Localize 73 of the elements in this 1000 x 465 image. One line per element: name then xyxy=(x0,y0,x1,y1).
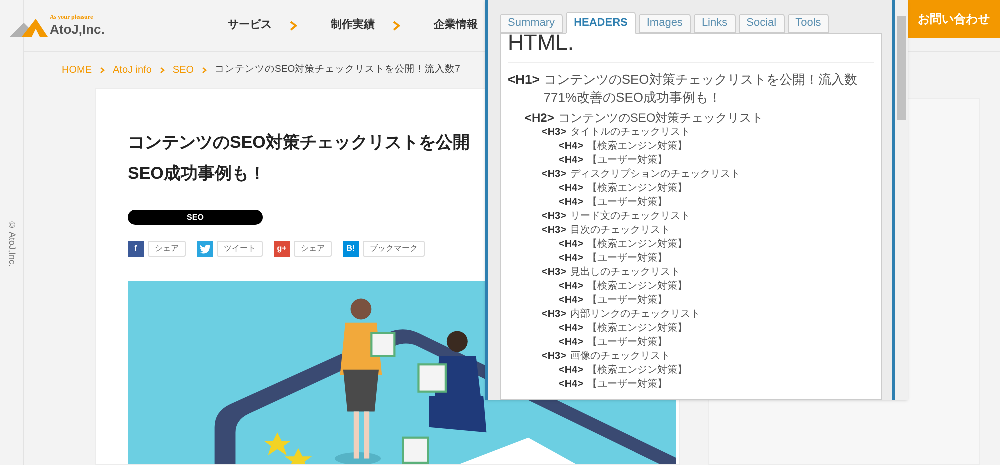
heading-text: 【検索エンジン対策】 xyxy=(587,364,688,378)
category-tag[interactable]: SEO xyxy=(128,210,263,225)
heading-text: 【検索エンジン対策】 xyxy=(587,140,688,154)
tab[interactable]: Links xyxy=(694,14,736,33)
heading-text: 【ユーザー対策】 xyxy=(587,154,668,168)
heading-text: 【ユーザー対策】 xyxy=(587,196,668,210)
heading-tag: <H1> xyxy=(508,71,540,89)
heading-tag: <H2> xyxy=(525,110,554,126)
heading-text: 【検索エンジン対策】 xyxy=(587,238,688,252)
share-button[interactable]: シェア xyxy=(148,241,186,257)
chevron-icon xyxy=(160,66,165,74)
heading-text: 目次のチェックリスト xyxy=(570,224,670,238)
breadcrumb-current: コンテンツのSEO対策チェックリストを公開！流入数7 xyxy=(215,62,460,77)
heading-text: 見出しのチェックリスト xyxy=(570,266,680,280)
scrollbar[interactable] xyxy=(895,0,908,400)
chevron-icon xyxy=(202,66,208,74)
heading-text: 画像のチェックリスト xyxy=(570,350,670,364)
heading-text: 【ユーザー対策】 xyxy=(587,378,668,392)
tab[interactable]: Tools xyxy=(788,14,830,33)
heading-tag: <H3> xyxy=(542,350,566,364)
share-button[interactable]: シェア xyxy=(294,241,332,257)
heading-tag: <H4> xyxy=(559,294,584,308)
nav-link[interactable]: 制作実績 xyxy=(331,17,375,34)
nav-link[interactable]: 企業情報 xyxy=(434,17,478,34)
heading-tag: <H4> xyxy=(559,280,584,294)
heading-tag: <H4> xyxy=(559,252,584,266)
heading-tag: <H4> xyxy=(559,182,584,196)
copyright-text: © AtoJ,Inc. xyxy=(6,220,18,268)
article-title: SEO成功事例も！ xyxy=(128,163,266,185)
heading-tag: <H4> xyxy=(559,154,584,168)
heading-text: コンテンツのSEO対策チェックリスト xyxy=(558,110,764,126)
tab[interactable]: Social xyxy=(738,14,785,33)
chevron-icon xyxy=(100,66,105,74)
heading-text: 【検索エンジン対策】 xyxy=(587,182,688,196)
article-title: コンテンツのSEO対策チェックリストを公開 xyxy=(128,132,470,154)
heading-text: リード文のチェックリスト xyxy=(570,210,690,224)
heading-text: 【検索エンジン対策】 xyxy=(587,280,688,294)
heading-text: コンテンツのSEO対策チェックリストを公開！流入数771%改善のSEO成功事例も！ xyxy=(544,71,858,107)
logo-name: AtoJ,Inc. xyxy=(50,22,105,36)
heading-tag: <H3> xyxy=(542,210,566,224)
tab[interactable]: Images xyxy=(638,14,691,33)
chevron-icon xyxy=(290,20,297,30)
heading-text: タイトルのチェックリスト xyxy=(570,126,690,140)
heading-tag: <H4> xyxy=(559,336,584,350)
panel-heading: HTML. xyxy=(508,34,874,63)
facebook-icon: f xyxy=(128,241,144,257)
share-button[interactable]: ツイート xyxy=(217,241,263,257)
contact-button[interactable]: お問い合わせ xyxy=(908,0,1000,38)
heading-tag: <H4> xyxy=(559,196,584,210)
google-plus-icon: g+ xyxy=(274,241,290,257)
hatena-icon: B! xyxy=(343,241,359,257)
heading-text: 【ユーザー対策】 xyxy=(587,252,668,266)
heading-tag: <H4> xyxy=(559,364,584,378)
heading-text: 【ユーザー対策】 xyxy=(587,336,668,350)
share-button[interactable]: ブックマーク xyxy=(363,241,425,257)
heading-text: 【検索エンジン対策】 xyxy=(587,322,688,336)
heading-text: 【ユーザー対策】 xyxy=(587,294,668,308)
tab[interactable]: Summary xyxy=(500,14,564,33)
heading-tag: <H4> xyxy=(559,140,584,154)
bird-icon xyxy=(197,241,213,257)
heading-tag: <H4> xyxy=(559,238,584,252)
tab[interactable]: HEADERS xyxy=(566,12,636,34)
heading-tag: <H3> xyxy=(542,126,566,140)
heading-tag: <H4> xyxy=(559,322,584,336)
heading-tag: <H3> xyxy=(542,266,566,280)
nav-link[interactable]: サービス xyxy=(228,17,272,34)
heading-tag: <H3> xyxy=(542,168,566,182)
heading-tag: <H3> xyxy=(542,224,566,238)
heading-tag: <H3> xyxy=(542,308,566,322)
heading-text: 内部リンクのチェックリスト xyxy=(570,308,700,322)
heading-text: ディスクリプションのチェックリスト xyxy=(570,168,740,182)
chevron-icon xyxy=(393,20,400,30)
heading-tag: <H4> xyxy=(559,378,584,392)
